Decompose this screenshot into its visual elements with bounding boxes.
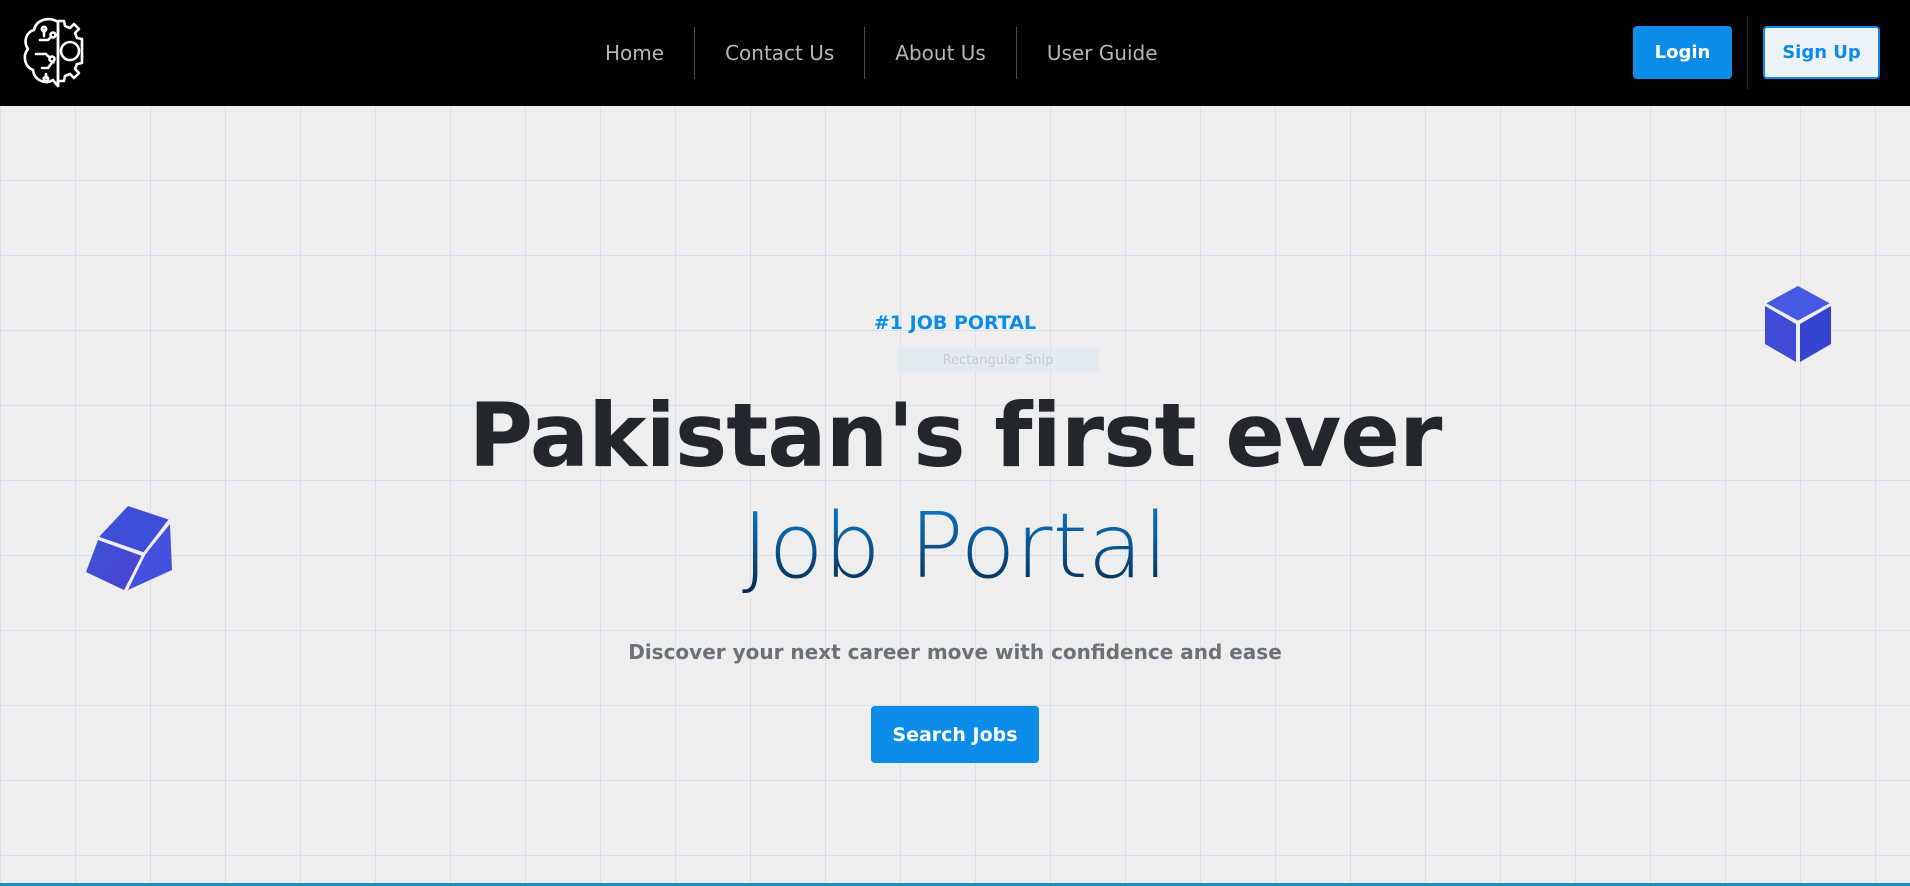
hero-headline-accent-text: Job Portal bbox=[742, 494, 1168, 599]
brain-gear-logo-icon[interactable] bbox=[18, 12, 100, 92]
nav-link-user-guide[interactable]: User Guide bbox=[1017, 27, 1188, 79]
top-navbar: Home Contact Us About Us User Guide Logi… bbox=[0, 0, 1910, 106]
nav-link-contact-us[interactable]: Contact Us bbox=[695, 27, 864, 79]
cube-icon bbox=[1763, 284, 1833, 364]
rectangular-snip-tooltip: Rectangular Snip bbox=[897, 348, 1099, 372]
search-jobs-button[interactable]: Search Jobs bbox=[871, 706, 1039, 763]
hero-section: #1 JOB PORTAL Rectangular Snip Pakistan'… bbox=[0, 106, 1910, 886]
nav-divider bbox=[1747, 16, 1748, 89]
login-button[interactable]: Login bbox=[1633, 26, 1732, 79]
hero-headline: Pakistan's first ever bbox=[468, 384, 1443, 487]
hero-headline-accent: Job Portal bbox=[0, 494, 1910, 599]
nav-links: Home Contact Us About Us User Guide bbox=[575, 27, 1188, 79]
hero-eyebrow: #1 JOB PORTAL bbox=[873, 312, 1037, 334]
nav-link-home[interactable]: Home bbox=[575, 27, 694, 79]
cube-icon bbox=[84, 502, 176, 594]
sign-up-button[interactable]: Sign Up bbox=[1763, 26, 1880, 79]
nav-link-about-us[interactable]: About Us bbox=[865, 27, 1016, 79]
hero-subtitle: Discover your next career move with conf… bbox=[628, 640, 1282, 664]
